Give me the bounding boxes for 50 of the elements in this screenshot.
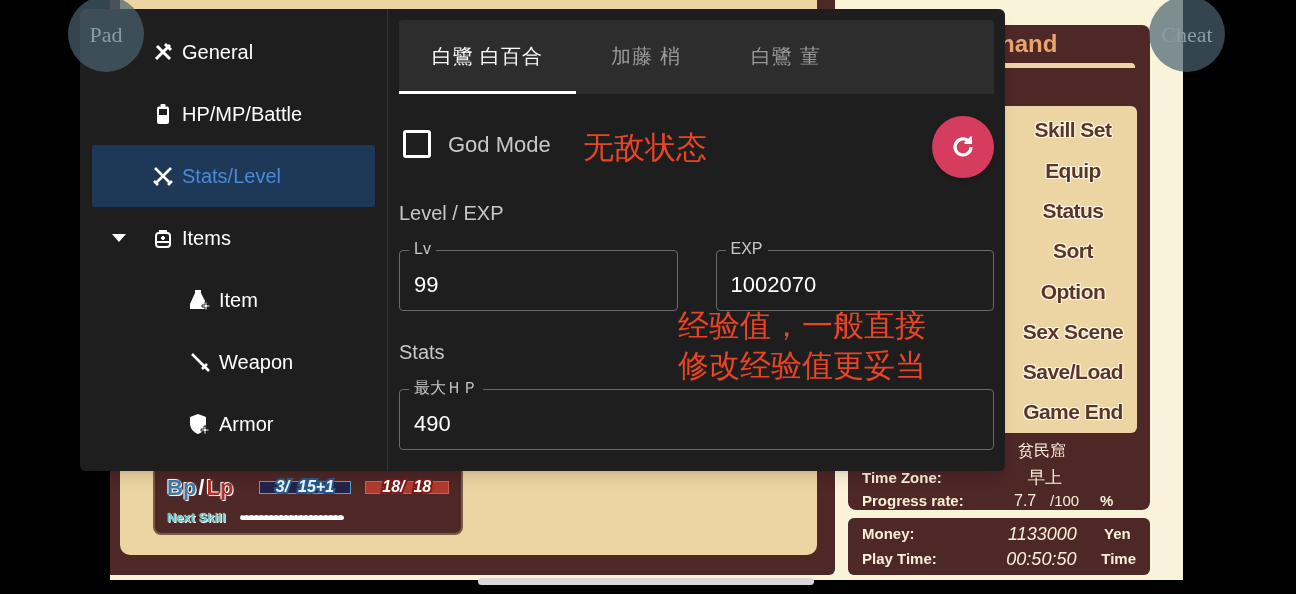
character-tab[interactable]: 加藤 梢 (576, 20, 716, 94)
sword-icon (190, 352, 210, 372)
lp-value: 18/ 18 (382, 479, 432, 495)
play-time-value: 00:50:50 (1006, 547, 1078, 571)
play-time-unit: Time (1101, 548, 1136, 569)
play-time-label: Play Time: (862, 548, 938, 569)
time-zone-value: 早上 (1028, 467, 1062, 490)
menu-item[interactable]: Skill Set (1034, 114, 1112, 146)
nav-item[interactable]: Item (189, 285, 258, 315)
field-label: 最大ＨＰ (409, 378, 483, 398)
nav-item[interactable]: Weapon (189, 347, 294, 377)
money-value: 1133000 (1008, 522, 1078, 546)
progress-label: Progress rate: (862, 490, 965, 511)
menu-item[interactable]: Game End (1023, 396, 1123, 428)
nav-item[interactable]: Armor (189, 409, 274, 439)
potion-plus-icon (189, 289, 211, 311)
progress-unit: % (1100, 490, 1114, 511)
annotation-text: 无敌状态 (583, 129, 707, 167)
character-tab[interactable]: 白鷺 菫 (716, 20, 856, 94)
tools-icon (153, 42, 173, 62)
location-value: 贫民窟 (1018, 441, 1066, 461)
money-label: Money: (862, 523, 916, 544)
next-skill-label: Next Skill (167, 508, 226, 527)
money-unit: Yen (1104, 523, 1131, 544)
menu-item[interactable]: Equip (1045, 154, 1101, 187)
crossed-swords-icon (152, 165, 174, 187)
checkbox[interactable] (403, 130, 431, 158)
bp-value: 3/ 15+1 (275, 479, 335, 495)
menu-item[interactable]: Save/Load (1022, 356, 1124, 388)
time-zone-label: Time Zone: (862, 467, 943, 488)
section-title: Stats (399, 340, 445, 365)
checkbox-label: God Mode (448, 130, 551, 159)
backpack-icon (154, 228, 172, 248)
nav-item[interactable]: Items (152, 223, 231, 253)
progress-max: /100 (1050, 490, 1081, 511)
bp-label: Bp (167, 473, 197, 502)
character-tab[interactable]: 白鷺 白百合 (399, 20, 576, 94)
lp-label: Lp (206, 473, 234, 502)
menu-item[interactable]: Status (1042, 195, 1104, 227)
menu-item[interactable]: Option (1040, 275, 1106, 308)
menu-item[interactable]: Sort (1053, 235, 1093, 267)
nav-item[interactable]: HP/MP/Battle (152, 99, 303, 129)
caret-down-icon[interactable] (112, 234, 126, 242)
battery-icon (157, 104, 169, 124)
nav-item[interactable]: General (152, 37, 254, 67)
separator-label: / (198, 473, 205, 502)
progress-value: 7.7 (1014, 491, 1038, 511)
section-title: Level / EXP (399, 201, 504, 226)
menu-item[interactable]: Sex Scene (1022, 315, 1124, 348)
shield-plus-icon (189, 413, 211, 435)
